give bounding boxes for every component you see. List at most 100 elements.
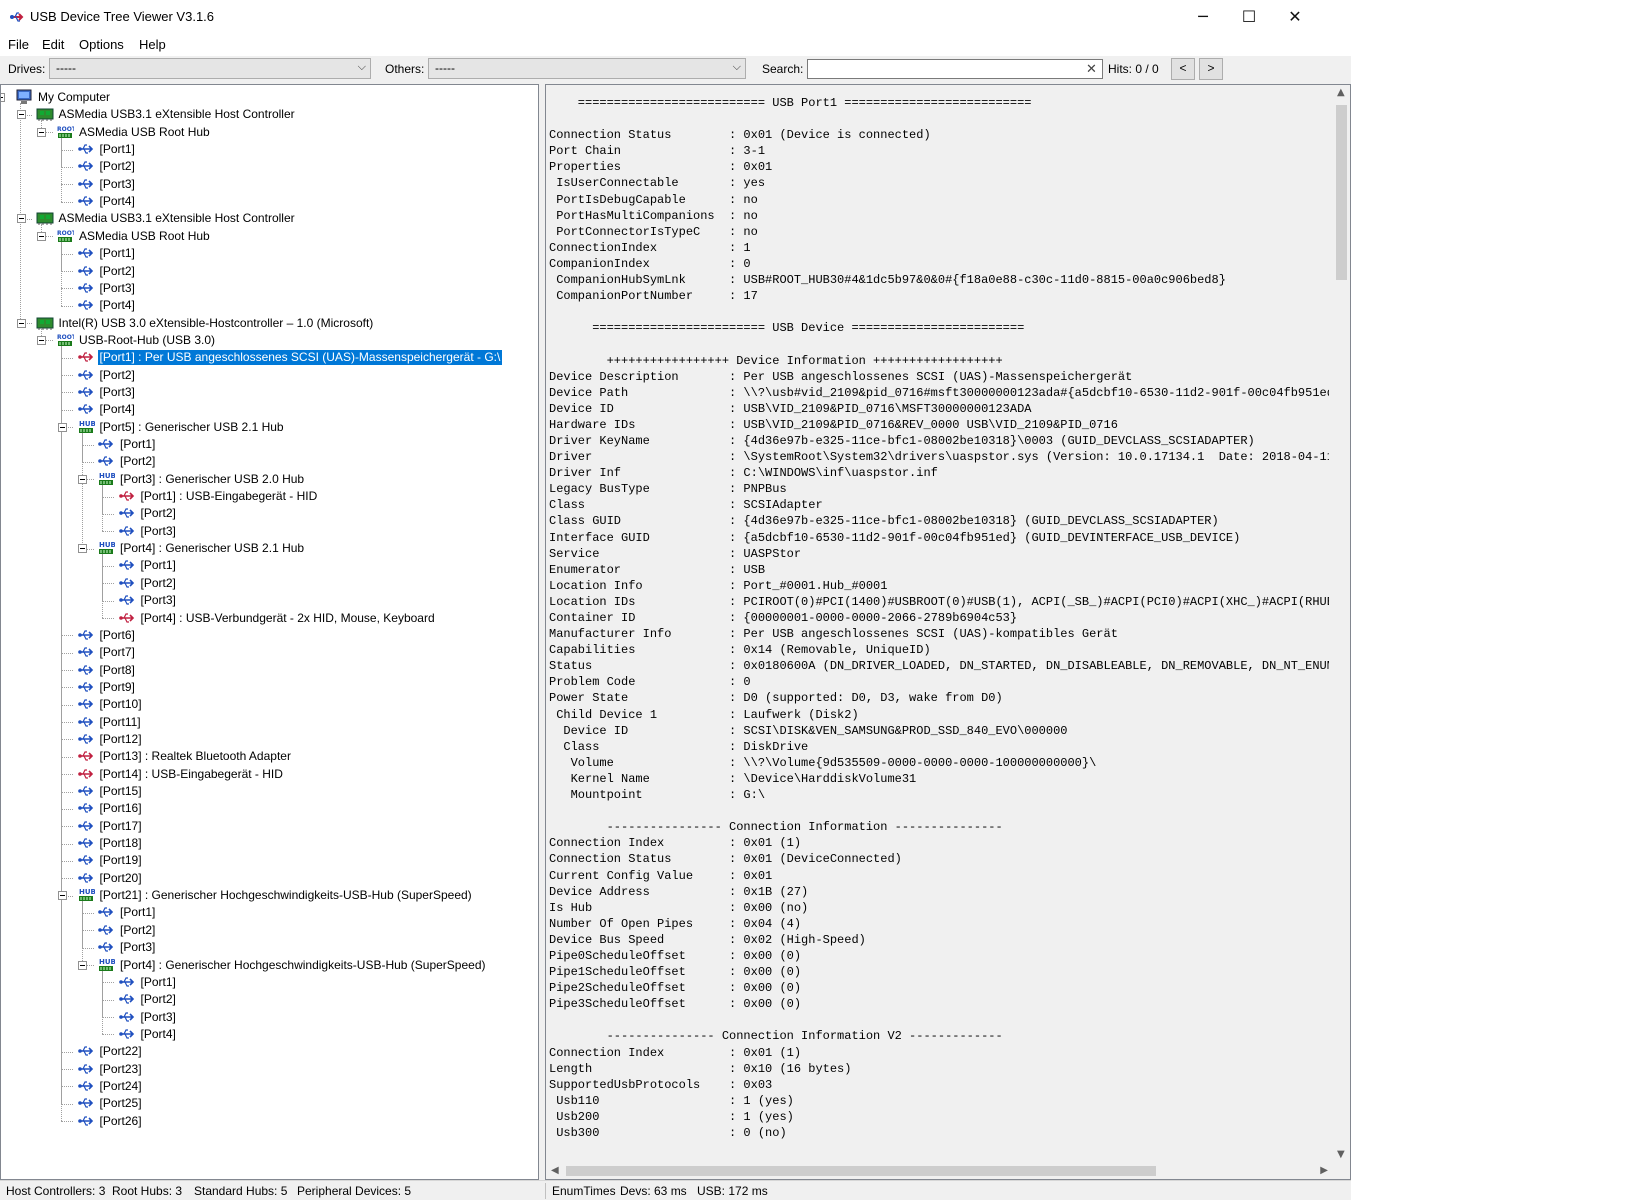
tree-node-label: [Port1] : USB-Eingabegerät - HID	[140, 489, 318, 504]
tree-connector	[61, 305, 73, 307]
tree-node-label: [Port4]	[140, 1026, 176, 1041]
tree-connector	[61, 201, 73, 203]
root-hub-icon: ROOT	[56, 228, 77, 244]
vertical-scrollbar[interactable]: ▲ ▼	[1333, 85, 1350, 1162]
collapse-toggle-icon[interactable]	[37, 231, 46, 241]
title-bar[interactable]: USB Device Tree Viewer V3.1.6 ─ ☐ ✕	[0, 0, 1351, 34]
usb-port-icon	[77, 714, 95, 730]
horizontal-scroll-thumb[interactable]	[566, 1166, 1156, 1176]
svg-text:ROOT: ROOT	[57, 230, 74, 237]
tree-connector	[61, 271, 73, 272]
minimize-button[interactable]: ─	[1180, 0, 1226, 34]
drives-label: Drives:	[8, 62, 46, 76]
detail-pane[interactable]: ========================== USB Port1 ===…	[545, 84, 1351, 1180]
tree-node-label: [Port2]	[120, 454, 156, 469]
tree-connector	[61, 1051, 73, 1053]
tree-connector	[102, 513, 114, 515]
status-peripheral-devices: Peripheral Devices: 5	[297, 1184, 412, 1198]
tree-node-label: [Port1]	[140, 558, 176, 573]
tree-node-label: Intel(R) USB 3.0 eXtensible-Hostcontroll…	[58, 315, 374, 330]
vertical-scroll-thumb[interactable]	[1336, 105, 1347, 280]
collapse-toggle-icon[interactable]	[37, 127, 46, 137]
tree-node-label: [Port22]	[99, 1044, 142, 1059]
collapse-toggle-icon[interactable]	[16, 110, 26, 120]
svg-text:ROOT: ROOT	[57, 334, 74, 341]
usb-port-icon	[118, 592, 136, 608]
menu-file[interactable]: File	[8, 37, 29, 52]
usb-port-icon	[77, 870, 95, 886]
usb-port-icon	[118, 557, 136, 573]
usb-port-icon	[77, 644, 95, 660]
collapse-toggle-icon[interactable]	[16, 214, 26, 224]
search-input[interactable]	[807, 59, 1103, 79]
collapse-toggle-icon[interactable]	[78, 960, 87, 970]
tree-connector	[61, 774, 73, 776]
menu-help[interactable]: Help	[139, 37, 166, 52]
tree-node-label: [Port1] : Per USB angeschlossenes SCSI (…	[96, 349, 504, 367]
drives-combo[interactable]: ----- ⌵	[49, 58, 371, 79]
tree-connector	[61, 137, 62, 202]
tree-node-label: [Port11]	[99, 714, 141, 729]
usb-port-icon	[77, 1061, 95, 1077]
tree-connector	[61, 409, 73, 411]
usb-device-icon	[77, 349, 95, 365]
collapse-toggle-icon[interactable]	[37, 335, 46, 345]
tree-node-label: ASMedia USB Root Hub	[79, 228, 210, 243]
menu-options[interactable]: Options	[79, 37, 124, 52]
status-devs-time: Devs: 63 ms	[620, 1184, 687, 1198]
computer-icon	[15, 89, 33, 105]
tree-node-label: [Port7]	[99, 645, 135, 660]
svg-text:HUB: HUB	[99, 472, 115, 480]
status-divider	[545, 1183, 546, 1199]
tree-connector	[102, 531, 114, 533]
close-button[interactable]: ✕	[1272, 0, 1318, 34]
tree-node-label: [Port19]	[99, 853, 142, 868]
svg-text:HUB: HUB	[99, 541, 115, 549]
usb-port-icon	[118, 505, 136, 521]
scroll-up-icon[interactable]: ▲	[1337, 87, 1345, 98]
usb-port-icon	[97, 922, 115, 938]
collapse-toggle-icon[interactable]	[16, 318, 26, 328]
tree-connector	[61, 392, 73, 394]
scroll-right-icon[interactable]: ▶	[1320, 1165, 1328, 1176]
device-tree[interactable]: My Computer ASMedia USB3.1 eXtensible Hos…	[0, 84, 539, 1180]
collapse-toggle-icon[interactable]	[78, 474, 87, 484]
usb-hub-icon: HUB	[77, 419, 95, 435]
tree-connector	[81, 444, 94, 446]
usb-hub-icon: HUB	[97, 471, 116, 487]
tree-node-label: [Port3]	[99, 384, 135, 399]
status-bar: Host Controllers: 3 Root Hubs: 3 Standar…	[0, 1180, 1351, 1200]
svg-text:ROOT: ROOT	[57, 126, 74, 133]
tree-node-label: [Port12]	[99, 731, 142, 746]
usb-port-icon	[118, 575, 136, 591]
scroll-left-icon[interactable]: ◀	[551, 1165, 559, 1176]
tree-connector	[61, 149, 73, 151]
tree-connector	[102, 1034, 114, 1036]
clear-search-icon[interactable]: ✕	[1086, 61, 1097, 77]
tree-connector	[102, 496, 114, 498]
tree-connector	[61, 860, 73, 862]
next-hit-button[interactable]: >	[1199, 58, 1223, 80]
tree-connector	[61, 1086, 73, 1088]
collapse-toggle-icon[interactable]	[57, 891, 67, 901]
maximize-button[interactable]: ☐	[1226, 0, 1272, 34]
window-title: USB Device Tree Viewer V3.1.6	[30, 9, 215, 24]
menu-edit[interactable]: Edit	[42, 37, 64, 52]
tree-connector	[102, 970, 103, 1035]
previous-hit-button[interactable]: <	[1171, 58, 1195, 80]
collapse-toggle-icon[interactable]	[1, 93, 5, 102]
collapse-toggle-icon[interactable]	[78, 544, 87, 554]
others-combo[interactable]: ----- ⌵	[428, 58, 746, 79]
usb-port-icon	[77, 662, 95, 678]
tree-node-label: [Port16]	[99, 801, 142, 816]
collapse-toggle-icon[interactable]	[57, 422, 67, 432]
tree-connector	[61, 826, 73, 828]
tree-node-label: [Port2]	[99, 263, 135, 278]
usb-port-icon	[77, 783, 95, 799]
scroll-down-icon[interactable]: ▼	[1337, 1149, 1345, 1160]
usb-port-icon	[118, 1009, 136, 1025]
usb-port-icon	[77, 297, 95, 313]
detail-text[interactable]: ========================== USB Port1 ===…	[549, 95, 1329, 1152]
horizontal-scrollbar[interactable]: ◀ ▶	[546, 1162, 1333, 1179]
usb-port-icon	[77, 1043, 95, 1059]
